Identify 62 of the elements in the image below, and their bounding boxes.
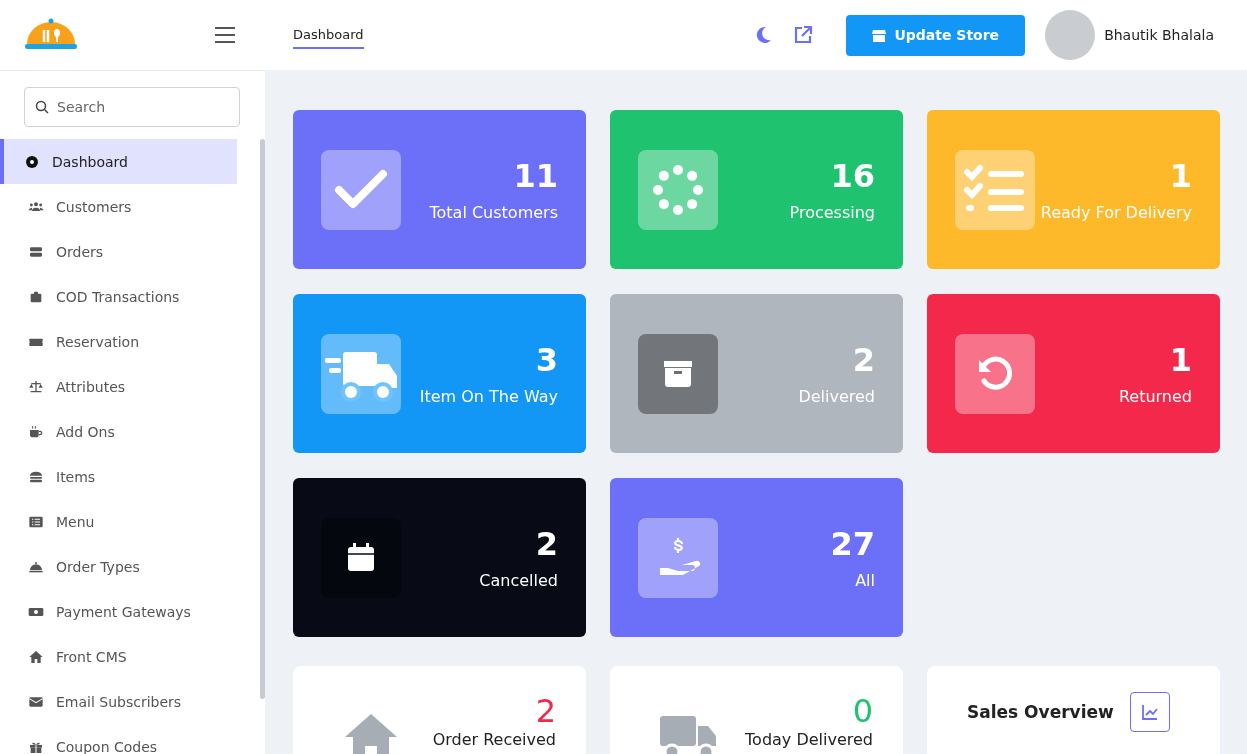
store-icon <box>872 28 887 42</box>
box-icon <box>638 333 718 414</box>
sidebar-item[interactable]: Order Types <box>0 544 237 589</box>
checklist-icon <box>955 149 1035 230</box>
sidebar-item[interactable]: Attributes <box>0 364 237 409</box>
scrollbar[interactable] <box>260 139 265 699</box>
stat-label: Item On The Way <box>419 387 558 406</box>
stat-label: Processing <box>789 203 875 222</box>
line-chart-icon <box>1140 703 1159 721</box>
stat-value: 11 <box>513 157 558 195</box>
stat-card[interactable]: 27 All <box>610 478 903 637</box>
summary-value: 0 <box>852 692 873 730</box>
mug-icon <box>28 423 44 440</box>
search-icon <box>35 100 49 114</box>
house-icon <box>28 648 44 665</box>
stat-value: 1 <box>1169 341 1192 379</box>
stat-value: 27 <box>830 525 875 563</box>
summary-label: Today Delivered <box>745 730 873 750</box>
stat-value: 2 <box>535 525 558 563</box>
spinner-icon <box>638 149 718 230</box>
summary-value: 2 <box>535 692 556 730</box>
sidebar-item[interactable]: Customers <box>0 184 237 229</box>
stat-label: Ready For Delivery <box>1040 203 1192 222</box>
stat-card[interactable]: 11 Total Customers <box>293 110 586 269</box>
sidebar-item[interactable]: Items <box>0 454 237 499</box>
stat-label: All <box>855 571 875 590</box>
calendar-icon <box>321 517 401 598</box>
search-field[interactable]: Search <box>24 87 240 127</box>
hand-icon <box>638 517 718 598</box>
sidebar-item[interactable]: Coupon Codes <box>0 724 237 754</box>
stat-value: 16 <box>830 157 875 195</box>
scale-icon <box>28 378 44 395</box>
sidebar-item[interactable]: Dashboard <box>0 139 237 184</box>
logo-icon <box>25 18 77 52</box>
dashboard-tab[interactable]: Dashboard <box>293 21 364 49</box>
dashboard-icon <box>24 153 40 170</box>
sidebar-item[interactable]: Payment Gateways <box>0 589 237 634</box>
stat-value: 1 <box>1169 157 1192 195</box>
sidebar-item[interactable]: Reservation <box>0 319 237 364</box>
stat-value: 3 <box>535 341 558 379</box>
stat-card[interactable]: 2 Cancelled <box>293 478 586 637</box>
stat-value: 2 <box>852 341 875 379</box>
sidebar-item[interactable]: Add Ons <box>0 409 237 454</box>
chart-button[interactable] <box>1129 692 1170 732</box>
card-title: Sales Overview <box>967 702 1114 722</box>
summary-label: Order Received <box>432 730 556 750</box>
check-icon <box>321 149 401 230</box>
truck-icon <box>321 333 401 414</box>
undo-icon <box>955 333 1035 414</box>
sidebar-item[interactable]: Email Subscribers <box>0 679 237 724</box>
external-link-icon[interactable] <box>793 25 814 45</box>
sidebar-item[interactable]: Orders <box>0 229 237 274</box>
user-name: Bhautik Bhalala <box>1104 27 1214 43</box>
stat-label: Cancelled <box>479 571 558 590</box>
sidebar-item[interactable]: Front CMS <box>0 634 237 679</box>
sidebar-item[interactable]: COD Transactions <box>0 274 237 319</box>
stat-label: Delivered <box>798 387 875 406</box>
sidebar-item[interactable]: Menu <box>0 499 237 544</box>
stat-label: Returned <box>1118 387 1192 406</box>
menu-icon[interactable] <box>215 27 235 43</box>
stat-label: Total Customers <box>429 203 558 222</box>
stat-card[interactable]: 1 Returned <box>927 294 1220 453</box>
